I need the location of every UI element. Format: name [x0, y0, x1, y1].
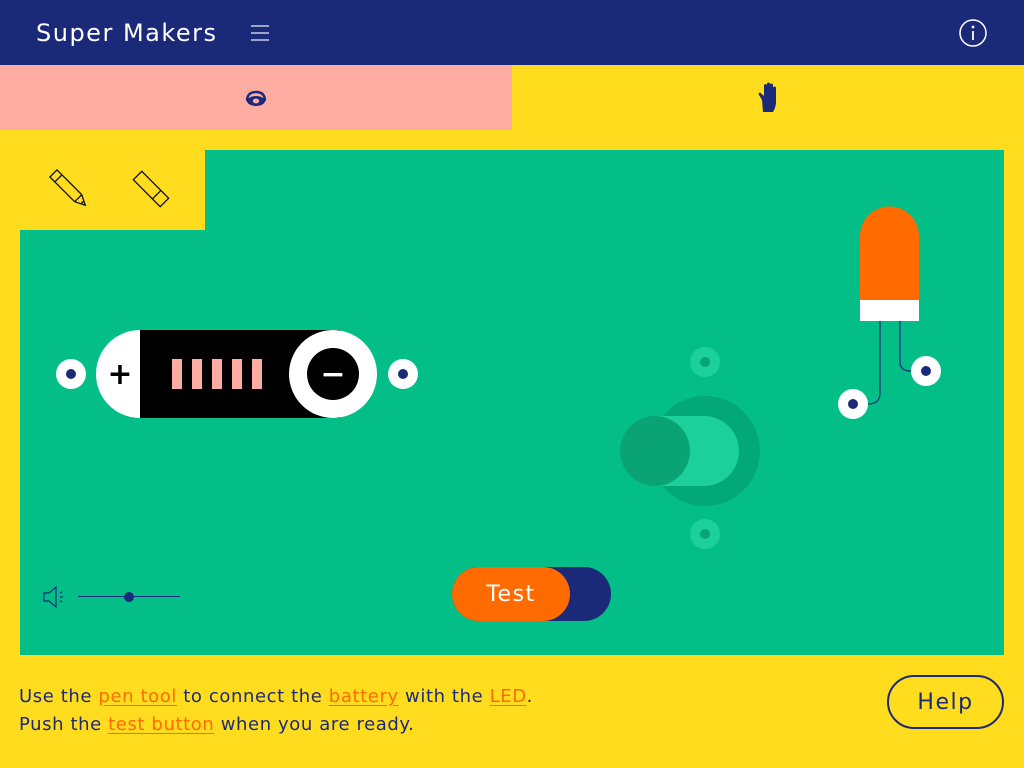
speaker-icon [43, 585, 63, 609]
switch-top-terminal[interactable] [690, 347, 720, 377]
battery-link[interactable]: battery [329, 686, 399, 707]
battery-plus-terminal[interactable] [56, 359, 86, 389]
tab-look[interactable] [0, 65, 512, 130]
pencil-icon [48, 168, 87, 207]
tab-touch[interactable] [512, 65, 1024, 130]
instructions-text: Use the pen tool to connect the battery … [19, 683, 533, 739]
info-icon [959, 19, 987, 47]
instructions-line-1: Use the pen tool to connect the battery … [19, 683, 533, 711]
eraser-tool-button[interactable] [126, 164, 176, 214]
battery-minus-label: − [320, 357, 345, 392]
instructions-text-segment: Push the [19, 714, 109, 735]
instructions-text-segment: with the [398, 686, 490, 707]
eye-icon [245, 90, 267, 106]
hand-icon [758, 82, 776, 112]
instructions-text-segment: when you are ready. [214, 714, 415, 735]
test-button-link[interactable]: test button [108, 714, 214, 735]
battery[interactable]: + − [96, 330, 377, 418]
test-button-label: Test [452, 567, 570, 621]
pen-tool-link[interactable]: pen tool [98, 686, 177, 707]
instructions-line-2: Push the test button when you are ready. [19, 711, 533, 739]
eraser-icon [132, 170, 170, 208]
switch-bottom-terminal[interactable] [690, 519, 720, 549]
volume-slider[interactable] [78, 588, 180, 606]
battery-plus-label: + [107, 357, 132, 392]
test-button[interactable]: Test [452, 567, 611, 621]
info-button[interactable] [958, 18, 988, 48]
led-right-terminal[interactable] [911, 356, 941, 386]
instructions-text-segment: . [526, 686, 533, 707]
instructions-text-segment: Use the [19, 686, 99, 707]
battery-minus-terminal[interactable] [388, 359, 418, 389]
hamburger-menu-icon [251, 25, 269, 41]
menu-button[interactable] [246, 20, 274, 46]
led-left-terminal[interactable] [838, 389, 868, 419]
help-button[interactable]: Help [887, 675, 1004, 729]
volume-button[interactable] [42, 584, 70, 610]
volume-thumb[interactable] [124, 592, 134, 602]
app-title: Super Makers [36, 19, 218, 47]
tool-palette [20, 150, 205, 230]
app-header: Super Makers [0, 0, 1024, 65]
led-link[interactable]: LED [490, 686, 527, 707]
instructions-text-segment: to connect the [176, 686, 329, 707]
pen-tool-button[interactable] [44, 164, 94, 214]
